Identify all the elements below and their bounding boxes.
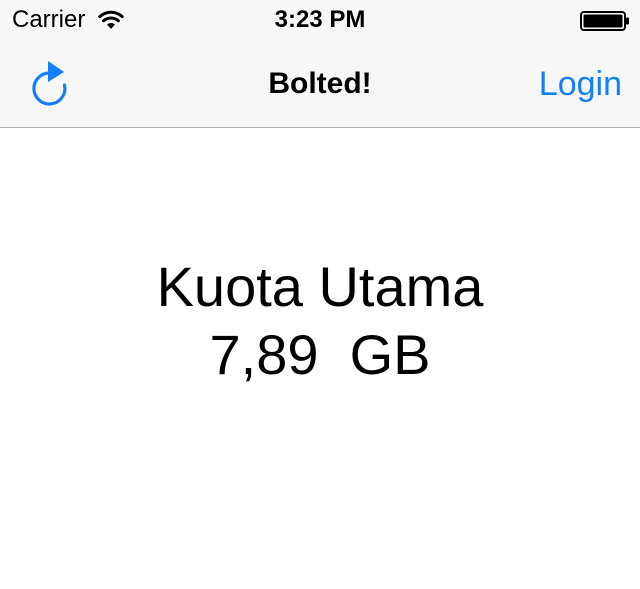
quota-value: 7,89 GB [209,323,431,386]
login-button[interactable]: Login [539,65,622,103]
status-time: 3:23 PM [274,6,366,33]
status-bar: Carrier 3:23 PM [0,0,640,40]
quota-display: Kuota Utama 7,89 GB [0,253,640,389]
navigation-bar: Bolted! Login [0,40,640,128]
main-content: Kuota Utama 7,89 GB [0,129,640,589]
battery-icon [580,11,630,31]
quota-label: Kuota Utama [156,255,484,318]
